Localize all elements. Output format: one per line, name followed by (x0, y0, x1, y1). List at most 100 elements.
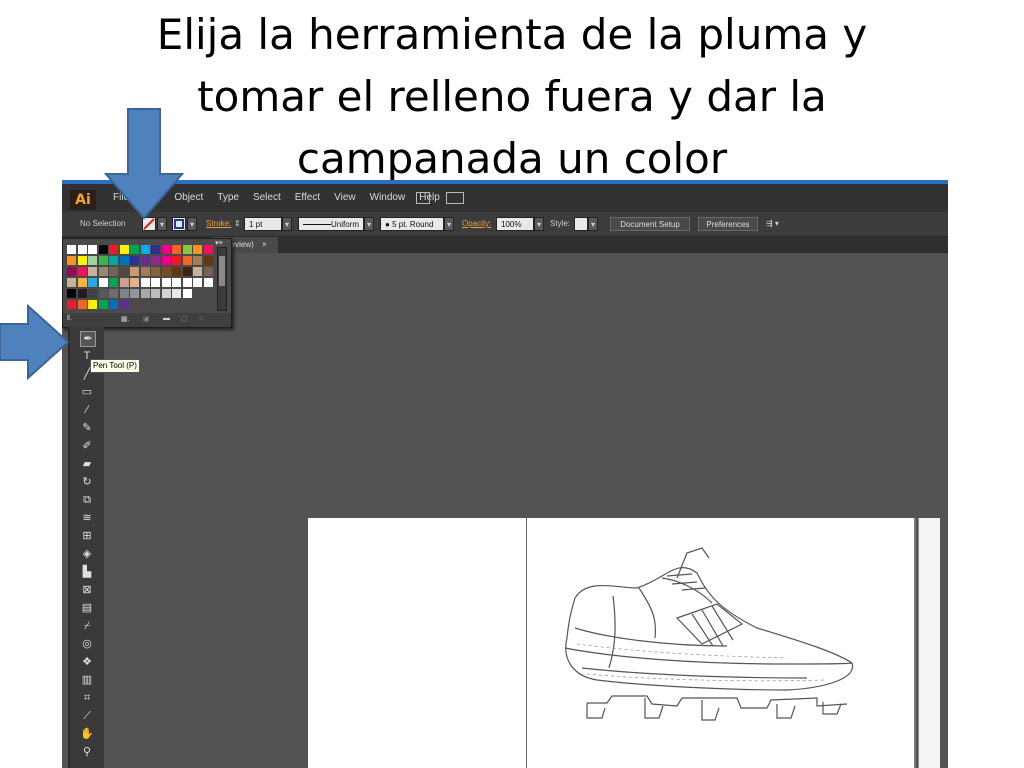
color-swatch[interactable] (140, 289, 150, 298)
opacity-input[interactable]: 100% (496, 217, 534, 231)
color-swatch[interactable] (151, 256, 160, 265)
arrange-documents-icon[interactable] (446, 192, 464, 204)
color-swatch[interactable] (172, 278, 181, 287)
profile-dropdown-icon[interactable]: ▾ (364, 217, 374, 231)
color-swatch[interactable] (161, 267, 171, 276)
control-panel-menu-icon[interactable]: ⇶ ▾ (766, 217, 779, 231)
color-swatch[interactable] (77, 278, 87, 287)
new-swatch-icon[interactable]: ▢ (181, 315, 188, 323)
color-swatch[interactable] (130, 267, 139, 276)
color-swatch[interactable] (109, 278, 118, 287)
color-swatch[interactable] (140, 300, 150, 309)
color-swatch[interactable] (119, 256, 129, 265)
brush-dropdown-icon[interactable]: ▾ (444, 217, 454, 231)
color-swatch[interactable] (119, 267, 129, 276)
blend-tool-icon[interactable]: ◎ (80, 637, 94, 651)
color-swatch[interactable] (203, 289, 213, 298)
color-swatch[interactable] (172, 267, 181, 276)
color-swatch[interactable] (67, 289, 76, 298)
opacity-dropdown-icon[interactable]: ▾ (534, 217, 544, 231)
color-swatch[interactable] (140, 256, 150, 265)
preferences-button[interactable]: Preferences (698, 217, 758, 231)
color-swatch[interactable] (172, 289, 181, 298)
eyedropper-tool-icon[interactable]: ⌿ (80, 619, 94, 633)
menu-effect[interactable]: Effect (288, 184, 327, 212)
color-swatch[interactable] (203, 300, 213, 309)
color-swatch[interactable] (88, 245, 97, 254)
stroke-weight-input[interactable]: 1 pt (244, 217, 282, 231)
variable-width-profile[interactable]: Uniform (298, 217, 364, 231)
color-swatch[interactable] (182, 256, 192, 265)
color-swatch[interactable] (88, 256, 97, 265)
color-swatch[interactable] (77, 256, 87, 265)
color-swatch[interactable] (151, 289, 160, 298)
color-swatch[interactable] (151, 300, 160, 309)
swatch-options-icon[interactable]: ▣ (143, 315, 150, 323)
color-swatch[interactable] (182, 289, 192, 298)
color-swatch[interactable] (77, 245, 87, 254)
column-graph-tool-icon[interactable]: ▥ (80, 673, 94, 687)
stroke-dropdown-icon[interactable]: ▾ (187, 217, 197, 231)
rotate-tool-icon[interactable]: ↻ (80, 475, 94, 489)
color-swatch[interactable] (182, 278, 192, 287)
color-swatch[interactable] (172, 245, 181, 254)
brush-definition[interactable]: ● 5 pt. Round (380, 217, 444, 231)
color-swatch[interactable] (161, 256, 171, 265)
color-swatch[interactable] (193, 267, 202, 276)
color-swatch[interactable] (151, 267, 160, 276)
color-swatch[interactable] (140, 267, 150, 276)
color-swatch[interactable] (130, 300, 139, 309)
color-swatch[interactable] (88, 300, 97, 309)
zoom-tool-icon[interactable]: ⚲ (80, 745, 94, 759)
color-swatch[interactable] (119, 300, 129, 309)
color-swatch[interactable] (193, 278, 202, 287)
color-swatch[interactable] (67, 256, 76, 265)
color-swatch[interactable] (193, 245, 202, 254)
color-swatch[interactable] (203, 267, 213, 276)
color-swatch[interactable] (119, 245, 129, 254)
color-swatch[interactable] (67, 267, 76, 276)
menu-select[interactable]: Select (246, 184, 288, 212)
gradient-tool-icon[interactable]: ▤ (80, 601, 94, 615)
color-swatch[interactable] (151, 245, 160, 254)
color-swatch[interactable] (130, 256, 139, 265)
color-swatch[interactable] (130, 245, 139, 254)
color-swatch[interactable] (140, 245, 150, 254)
color-swatch[interactable] (109, 256, 118, 265)
color-swatch[interactable] (193, 300, 202, 309)
document-setup-button[interactable]: Document Setup (610, 217, 690, 231)
hand-tool-icon[interactable]: ✋ (80, 727, 94, 741)
color-swatch[interactable] (172, 256, 181, 265)
color-swatch[interactable] (98, 245, 108, 254)
graphic-style-swatch[interactable] (574, 217, 588, 231)
color-swatch[interactable] (193, 256, 202, 265)
color-swatch[interactable] (98, 289, 108, 298)
color-swatch[interactable] (130, 289, 139, 298)
free-transform-tool-icon[interactable]: ⊞ (80, 529, 94, 543)
shape-builder-tool-icon[interactable]: ◈ (80, 547, 94, 561)
color-swatch[interactable] (98, 300, 108, 309)
color-swatch[interactable] (109, 267, 118, 276)
swatch-scroll-thumb[interactable] (219, 256, 225, 286)
color-swatch[interactable] (193, 289, 202, 298)
color-swatch[interactable] (182, 267, 192, 276)
panel-menu-icon[interactable]: ▾≡ (215, 239, 223, 247)
bridge-icon[interactable] (416, 192, 430, 204)
slice-tool-icon[interactable]: ⟋ (80, 709, 94, 723)
color-swatch[interactable] (161, 245, 171, 254)
color-swatch[interactable] (67, 245, 76, 254)
color-swatch[interactable] (182, 300, 192, 309)
paintbrush-tool-icon[interactable]: ⁄ (80, 403, 94, 417)
warp-tool-icon[interactable]: ≋ (80, 511, 94, 525)
color-swatch[interactable] (98, 267, 108, 276)
perspective-grid-tool-icon[interactable]: ▙ (80, 565, 94, 579)
pen-tool-icon[interactable]: ✒ (80, 331, 96, 347)
menu-type[interactable]: Type (210, 184, 246, 212)
color-swatch[interactable] (151, 278, 160, 287)
color-swatch[interactable] (98, 256, 108, 265)
color-swatch[interactable] (161, 289, 171, 298)
color-swatch[interactable] (140, 278, 150, 287)
pencil-tool-icon[interactable]: ✎ (80, 421, 94, 435)
color-swatch[interactable] (109, 300, 118, 309)
color-swatch[interactable] (161, 278, 171, 287)
